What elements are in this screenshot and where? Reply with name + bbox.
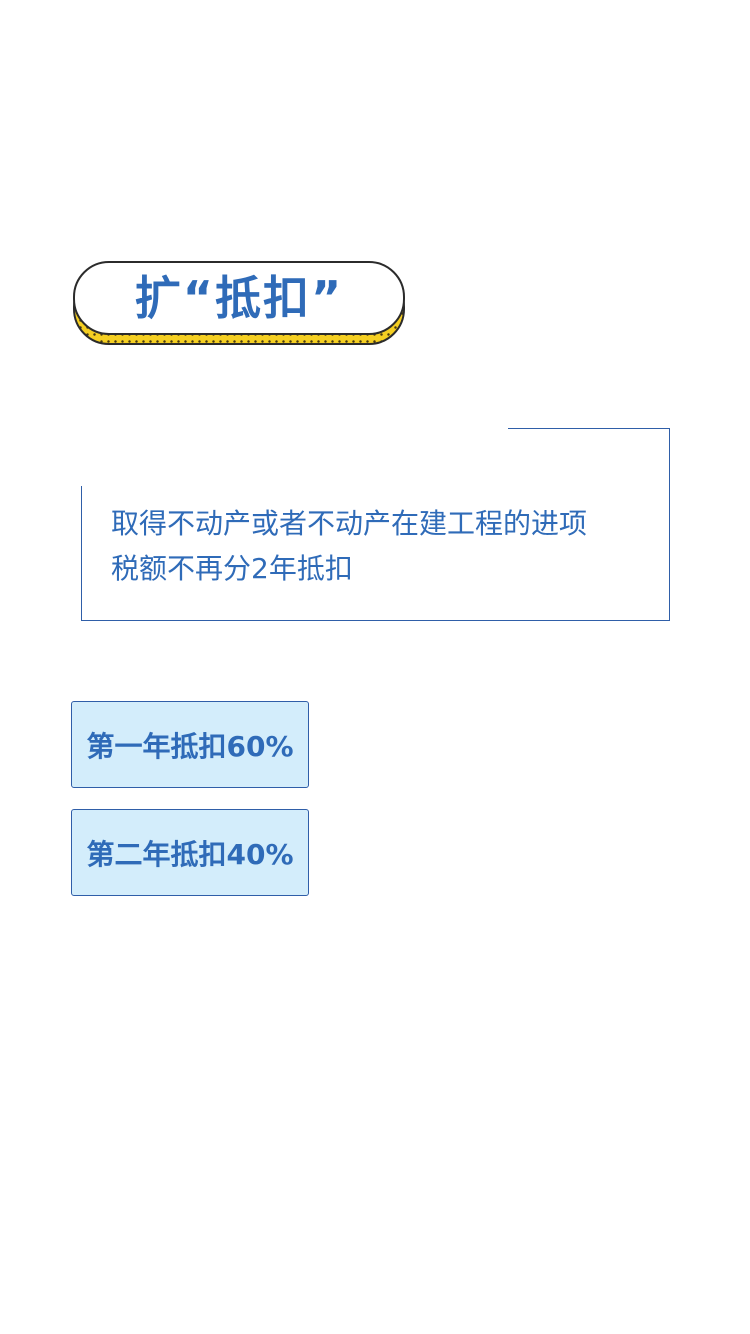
description-line-2: 税额不再分2年抵扣	[111, 552, 353, 585]
second-year-deduction-label: 第二年抵扣40%	[86, 837, 294, 871]
page-title: 扩“抵扣”	[134, 271, 344, 325]
first-year-deduction-box: 第一年抵扣60%	[71, 701, 309, 788]
frame-bottom-border	[81, 620, 670, 621]
frame-right-border	[669, 428, 670, 621]
first-year-deduction-label: 第一年抵扣60%	[86, 729, 294, 763]
description-line-1: 取得不动产或者不动产在建工程的进项	[111, 507, 588, 540]
description-box: 取得不动产或者不动产在建工程的进项 税额不再分2年抵扣	[81, 428, 670, 621]
frame-top-border	[508, 428, 670, 429]
second-year-deduction-box: 第二年抵扣40%	[71, 809, 309, 896]
description-text: 取得不动产或者不动产在建工程的进项 税额不再分2年抵扣	[111, 501, 651, 591]
frame-left-border	[81, 486, 82, 621]
title-badge-face: 扩“抵扣”	[73, 261, 405, 335]
title-badge: 扩“抵扣”	[73, 261, 405, 345]
